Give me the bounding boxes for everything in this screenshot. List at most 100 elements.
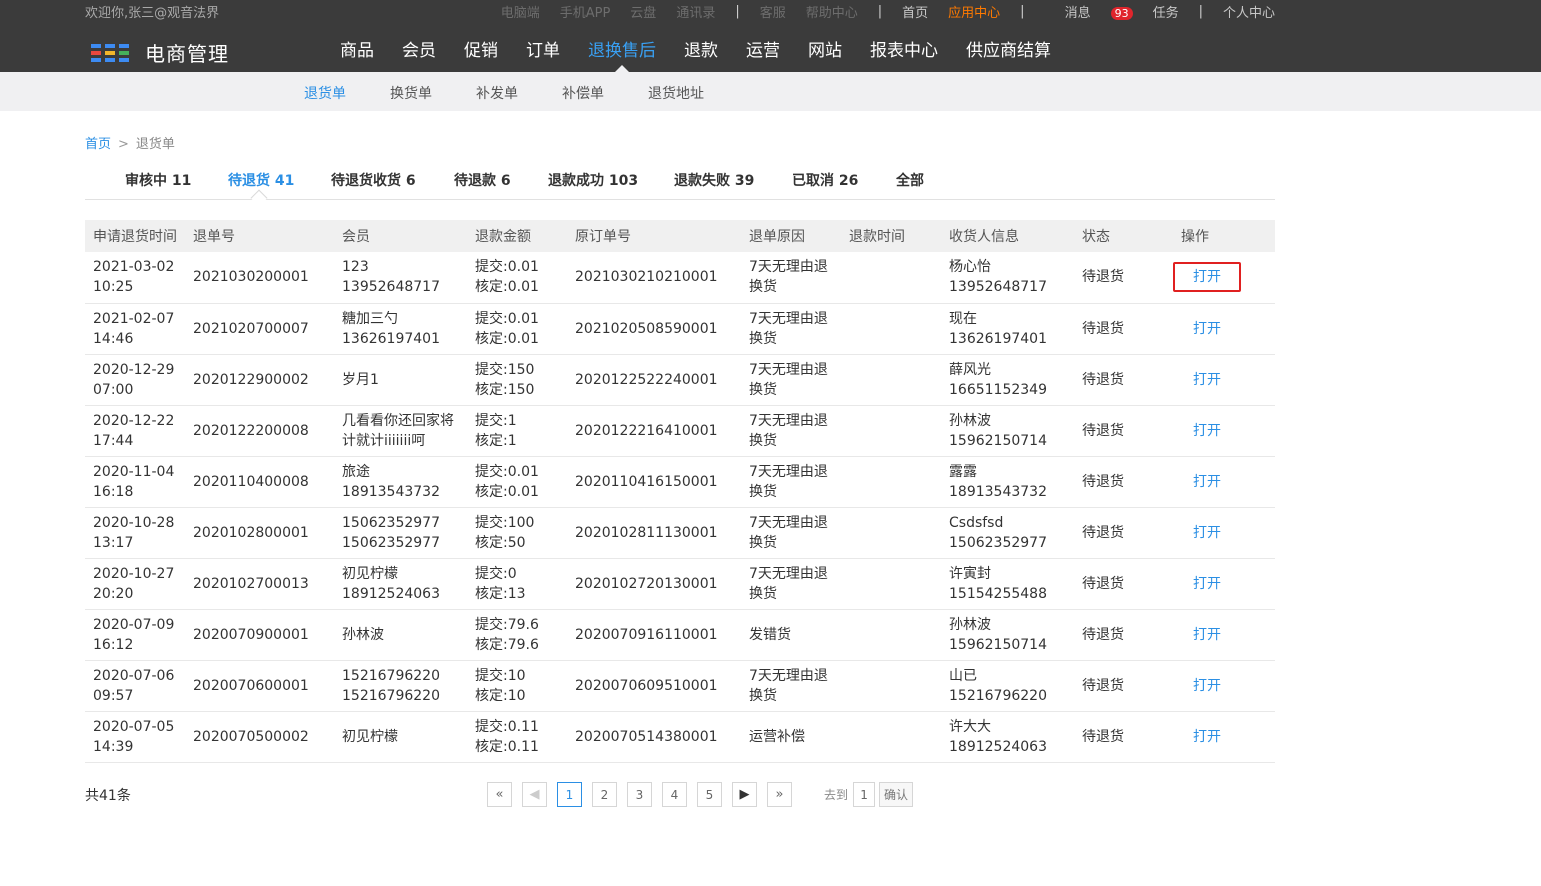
- verified-amount: 核定:0.01: [475, 279, 539, 296]
- status-text: 待退货: [1082, 524, 1124, 541]
- page-4-button[interactable]: 4: [662, 782, 687, 807]
- tab-awaiting-receipt[interactable]: 待退货收货 6: [331, 170, 416, 190]
- member-name: 几看看你还回家将: [342, 412, 454, 429]
- link-app-center[interactable]: 应用中心: [948, 2, 1000, 21]
- link-messages[interactable]: 消息 93: [1045, 2, 1133, 21]
- receiver-phone: 15962150714: [949, 432, 1047, 449]
- subnav-compensation-orders[interactable]: 补偿单: [562, 83, 604, 103]
- open-button[interactable]: 打开: [1193, 727, 1221, 747]
- cell-refund-time: [841, 558, 941, 609]
- open-button[interactable]: 打开: [1193, 523, 1221, 543]
- nav-reports[interactable]: 报表中心: [856, 28, 952, 72]
- status-text: 待退货: [1082, 422, 1124, 439]
- open-button[interactable]: 打开: [1173, 262, 1241, 293]
- member-name: 初见柠檬: [342, 565, 398, 582]
- apply-date: 2020-07-09: [93, 616, 175, 633]
- open-button[interactable]: 打开: [1193, 676, 1221, 696]
- original-order-no: 2020110416150001: [575, 473, 718, 490]
- tab-awaiting-refund[interactable]: 待退款 6: [454, 170, 511, 190]
- status-text: 待退货: [1082, 473, 1124, 490]
- nav-members[interactable]: 会员: [388, 28, 450, 72]
- verified-amount: 核定:10: [475, 687, 526, 704]
- link-help-center[interactable]: 帮助中心: [806, 2, 858, 21]
- receiver-phone: 13626197401: [949, 330, 1047, 347]
- member-name: 旅途: [342, 463, 370, 480]
- cell-refund-amount: 提交:79.6 核定:79.6: [467, 609, 567, 660]
- open-button[interactable]: 打开: [1193, 319, 1221, 339]
- next-page-button[interactable]: ▶: [732, 782, 757, 807]
- cell-refund-time: [841, 609, 941, 660]
- welcome-text: 欢迎你,张三@观音法界: [85, 6, 220, 21]
- original-order-no: 2021020508590001: [575, 320, 718, 337]
- cell-apply-time: 2020-12-29 07:00: [85, 354, 185, 405]
- verified-amount: 核定:13: [475, 585, 526, 602]
- link-mobile-app[interactable]: 手机APP: [560, 2, 611, 21]
- page-5-button[interactable]: 5: [697, 782, 722, 807]
- page-1-button[interactable]: 1: [557, 782, 582, 807]
- cell-actions: 打开: [1173, 405, 1275, 456]
- cell-refund-amount: 提交:0.01 核定:0.01: [467, 303, 567, 354]
- reason-line: 发错货: [749, 626, 791, 643]
- open-button[interactable]: 打开: [1193, 472, 1221, 492]
- goto-page-input[interactable]: [853, 782, 876, 807]
- tab-refund-success[interactable]: 退款成功 103: [548, 170, 638, 190]
- apply-date: 2020-12-29: [93, 361, 175, 378]
- link-home[interactable]: 首页: [902, 2, 928, 21]
- subnav-return-orders[interactable]: 退货单: [304, 83, 346, 103]
- cell-apply-time: 2020-07-05 14:39: [85, 711, 185, 762]
- app-logo[interactable]: 电商管理: [91, 38, 229, 67]
- link-personal-center[interactable]: 个人中心: [1223, 2, 1275, 21]
- nav-promotions[interactable]: 促销: [450, 28, 512, 72]
- nav-orders[interactable]: 订单: [512, 28, 574, 72]
- cell-return-no: 2021030200001: [185, 252, 334, 303]
- subnav-return-address[interactable]: 退货地址: [648, 83, 704, 103]
- last-page-button[interactable]: »: [767, 782, 792, 807]
- link-desktop[interactable]: 电脑端: [501, 2, 540, 21]
- goto-confirm-button[interactable]: 确认: [879, 782, 914, 807]
- tab-under-review[interactable]: 审核中 11: [125, 170, 191, 190]
- cell-return-reason: 7天无理由退 换货: [741, 558, 841, 609]
- apply-date: 2020-07-06: [93, 667, 175, 684]
- tab-refund-failed[interactable]: 退款失败 39: [674, 170, 754, 190]
- page-2-button[interactable]: 2: [592, 782, 617, 807]
- link-customer-service[interactable]: 客服: [760, 2, 786, 21]
- nav-supplier-settlement[interactable]: 供应商结算: [952, 28, 1065, 72]
- receiver-name: 许寅封: [949, 565, 991, 582]
- prev-page-button[interactable]: ◀: [522, 782, 547, 807]
- cell-receiver: 山已 15216796220: [941, 660, 1074, 711]
- tab-all[interactable]: 全部: [896, 170, 924, 190]
- apply-time: 16:18: [93, 483, 134, 500]
- open-button[interactable]: 打开: [1193, 574, 1221, 594]
- link-contacts[interactable]: 通讯录: [676, 2, 715, 21]
- cell-receiver: 许大大 18912524063: [941, 711, 1074, 762]
- tab-awaiting-return[interactable]: 待退货 41: [228, 170, 294, 190]
- app-title: 电商管理: [145, 42, 229, 66]
- open-button[interactable]: 打开: [1193, 625, 1221, 645]
- logo-tile: [91, 43, 101, 48]
- receiver-name: 许大大: [949, 718, 991, 735]
- cell-status: 待退货: [1074, 354, 1173, 405]
- first-page-button[interactable]: «: [487, 782, 512, 807]
- breadcrumb-current: 退货单: [135, 137, 175, 152]
- nav-operations[interactable]: 运营: [732, 28, 794, 72]
- cell-status: 待退货: [1074, 558, 1173, 609]
- open-button[interactable]: 打开: [1193, 370, 1221, 390]
- return-no: 2021030200001: [193, 269, 309, 286]
- subnav-exchange-orders[interactable]: 换货单: [390, 83, 432, 103]
- apply-time: 13:17: [93, 534, 134, 551]
- link-cloud-disk[interactable]: 云盘: [630, 2, 656, 21]
- tab-cancelled[interactable]: 已取消 26: [792, 170, 858, 190]
- reason-line: 7天无理由退: [749, 463, 828, 480]
- nav-after-sales[interactable]: 退换售后: [574, 28, 670, 72]
- cell-return-no: 2021020700007: [185, 303, 334, 354]
- link-tasks[interactable]: 任务: [1153, 2, 1179, 21]
- open-button[interactable]: 打开: [1193, 421, 1221, 441]
- breadcrumb-home[interactable]: 首页: [85, 137, 111, 152]
- page-3-button[interactable]: 3: [627, 782, 652, 807]
- apply-date: 2020-07-05: [93, 718, 175, 735]
- top-header: 欢迎你,张三@观音法界 电脑端 手机APP 云盘 通讯录 | 客服 帮助中心 |…: [0, 0, 1541, 72]
- subnav-reship-orders[interactable]: 补发单: [476, 83, 518, 103]
- nav-website[interactable]: 网站: [794, 28, 856, 72]
- nav-refunds[interactable]: 退款: [670, 28, 732, 72]
- nav-products[interactable]: 商品: [326, 28, 388, 72]
